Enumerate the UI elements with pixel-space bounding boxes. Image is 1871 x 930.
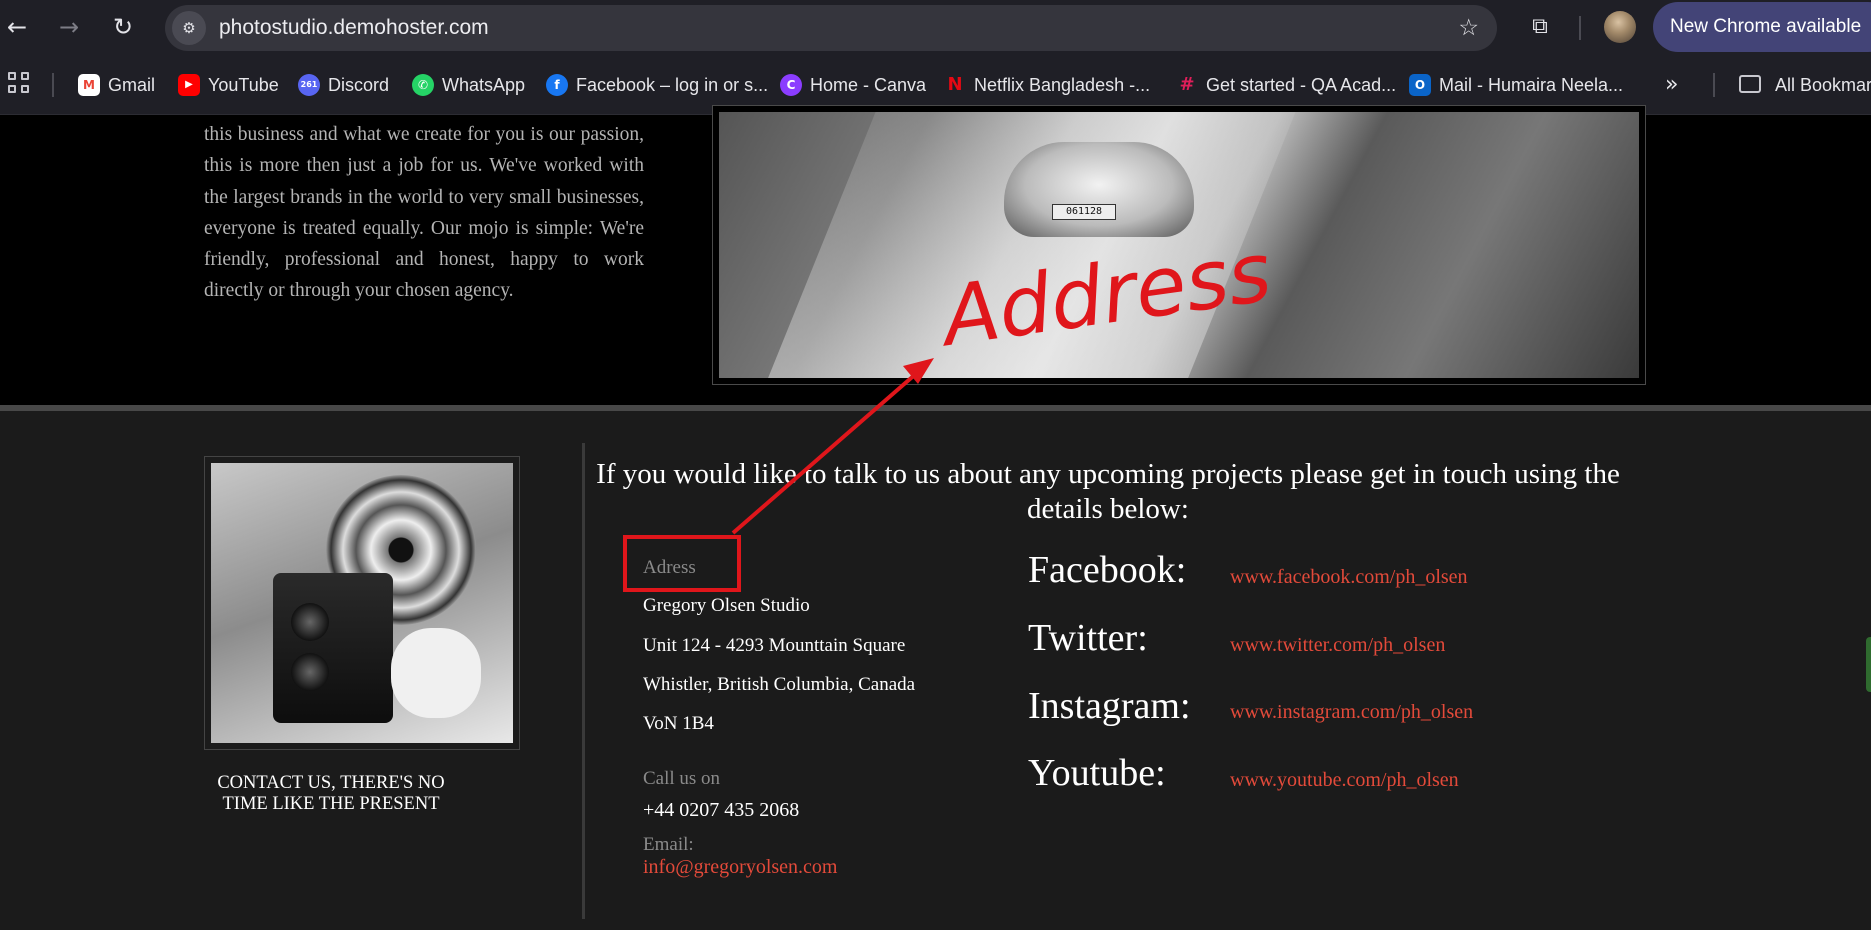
woman-with-camera-photo <box>211 463 513 743</box>
netflix-icon: N <box>947 74 963 95</box>
bookmark-qa-academy[interactable]: # Get started - QA Acad... <box>1176 69 1396 101</box>
all-bookmarks-label: All Bookmarks <box>1775 74 1871 95</box>
discord-icon: 261 <box>298 74 320 96</box>
bookmark-facebook[interactable]: f Facebook – log in or s... <box>546 69 768 101</box>
new-chrome-available-button[interactable]: New Chrome available <box>1653 2 1871 52</box>
car-shape <box>1004 142 1194 237</box>
camera-photo-frame <box>204 456 520 750</box>
canva-icon: C <box>780 74 802 96</box>
more-bookmarks-chevron-icon[interactable]: » <box>1665 69 1678 101</box>
bookmark-canva[interactable]: C Home - Canva <box>780 69 926 101</box>
address-line: VoN 1B4 <box>643 713 714 734</box>
address-line: Unit 124 - 4293 Mounttain Square <box>643 635 906 656</box>
contact-tagline: CONTACT US, THERE'S NO TIME LIKE THE PRE… <box>217 773 445 814</box>
address-line: Whistler, British Columbia, Canada <box>643 674 916 695</box>
bookmark-label: Facebook – log in or s... <box>576 74 769 95</box>
annotation-highlight-box <box>623 535 741 592</box>
facebook-icon: f <box>546 74 568 96</box>
bookmark-star-icon[interactable]: ☆ <box>1458 11 1479 45</box>
vintage-car-photo: 061128 <box>719 112 1639 378</box>
email-link[interactable]: info@gregoryolsen.com <box>643 856 837 878</box>
outlook-icon: O <box>1409 74 1431 96</box>
bookmark-label: Get started - QA Acad... <box>1206 74 1397 95</box>
address-bar[interactable]: ⚙ photostudio.demohoster.com ☆ <box>165 5 1497 51</box>
youtube-icon: ▶ <box>178 74 200 96</box>
slack-icon: # <box>1179 74 1195 95</box>
reload-icon[interactable]: ↻ <box>106 10 140 44</box>
twitter-link[interactable]: www.twitter.com/ph_olsen <box>1230 634 1445 656</box>
camera-lens-shape <box>291 653 329 691</box>
instagram-label: Instagram: <box>1028 685 1191 727</box>
bookmark-discord[interactable]: 261 Discord <box>298 69 389 101</box>
call-label: Call us on <box>643 768 721 789</box>
all-bookmarks-button[interactable]: All Bookmarks <box>1775 69 1871 101</box>
bookmark-whatsapp[interactable]: ✆ WhatsApp <box>412 69 525 101</box>
camera-body-shape <box>273 573 393 723</box>
youtube-label: Youtube: <box>1028 752 1166 794</box>
facebook-label: Facebook: <box>1028 549 1187 591</box>
about-paragraph: this business and what we create for you… <box>204 124 644 302</box>
about-section: this business and what we create for you… <box>0 105 1871 405</box>
whatsapp-icon: ✆ <box>412 74 434 96</box>
twitter-label: Twitter: <box>1028 617 1148 659</box>
contact-heading: If you would like to talk to us about an… <box>596 458 1620 525</box>
profile-avatar[interactable] <box>1604 11 1636 43</box>
bookmark-netflix[interactable]: N Netflix Bangladesh -... <box>944 69 1150 101</box>
contact-section: CONTACT US, THERE'S NO TIME LIKE THE PRE… <box>0 411 1871 930</box>
gmail-icon: M <box>78 74 100 96</box>
bookmark-label: Discord <box>328 74 390 95</box>
toolbar-divider <box>1579 16 1581 40</box>
folder-icon <box>1739 75 1761 93</box>
phone-number[interactable]: +44 0207 435 2068 <box>643 799 799 821</box>
back-arrow-icon[interactable]: ← <box>0 10 34 44</box>
bookmark-gmail[interactable]: M Gmail <box>78 69 155 101</box>
youtube-link[interactable]: www.youtube.com/ph_olsen <box>1230 769 1459 791</box>
bookmark-label: Gmail <box>108 74 156 95</box>
bookmark-label: WhatsApp <box>442 74 526 95</box>
apps-grid-icon[interactable] <box>8 72 32 96</box>
email-label: Email: <box>643 834 694 855</box>
bookmarks-divider <box>52 73 54 97</box>
side-feedback-tab[interactable] <box>1866 637 1871 692</box>
license-plate: 061128 <box>1052 204 1116 220</box>
bookmarks-divider <box>1713 73 1715 97</box>
bookmark-outlook[interactable]: O Mail - Humaira Neela... <box>1409 69 1623 101</box>
bookmark-label: Home - Canva <box>810 74 927 95</box>
bookmark-label: Netflix Bangladesh -... <box>974 74 1151 95</box>
extensions-icon[interactable]: ⧉ <box>1523 10 1557 44</box>
facebook-link[interactable]: www.facebook.com/ph_olsen <box>1230 566 1468 588</box>
bookmark-label: YouTube <box>208 74 279 95</box>
hero-image-frame: 061128 <box>712 105 1646 385</box>
url-text[interactable]: photostudio.demohoster.com <box>219 5 489 51</box>
bookmark-youtube[interactable]: ▶ YouTube <box>178 69 279 101</box>
hand-shape <box>391 628 481 718</box>
site-settings-icon[interactable]: ⚙ <box>172 11 206 45</box>
bookmark-label: Mail - Humaira Neela... <box>1439 74 1624 95</box>
camera-lens-shape <box>291 603 329 641</box>
instagram-link[interactable]: www.instagram.com/ph_olsen <box>1230 701 1473 723</box>
browser-toolbar: ← → ↻ ⚙ photostudio.demohoster.com ☆ ⧉ N… <box>0 0 1871 55</box>
forward-arrow-icon[interactable]: → <box>52 10 86 44</box>
address-line: Gregory Olsen Studio <box>643 595 810 616</box>
